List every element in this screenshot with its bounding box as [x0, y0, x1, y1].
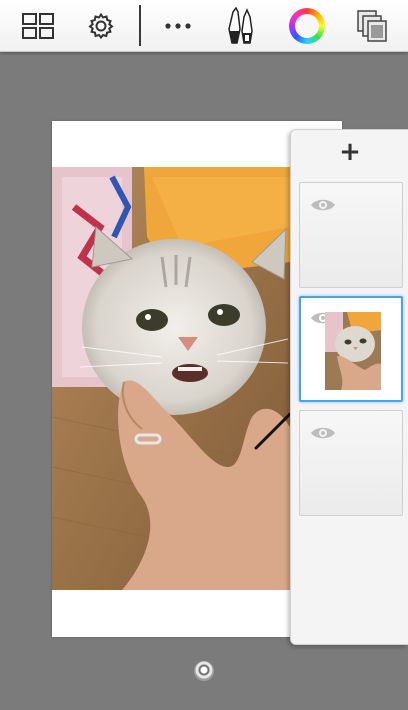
add-layer-button[interactable]: +: [291, 130, 408, 174]
layer-tile-3[interactable]: [299, 410, 403, 516]
layers-icon[interactable]: [352, 6, 392, 46]
settings-gear-icon[interactable]: [81, 6, 121, 46]
toolbar-divider: [139, 5, 141, 46]
layer-thumbnail: [325, 312, 381, 390]
more-options-icon[interactable]: [158, 6, 198, 46]
top-toolbar: [0, 0, 408, 52]
layers-panel: +: [290, 129, 408, 645]
radial-menu-button[interactable]: [194, 661, 214, 681]
layer-tile-2[interactable]: [299, 296, 403, 402]
brush-stroke: [254, 412, 292, 450]
eye-visibility-icon[interactable]: [310, 197, 336, 213]
layer-tile-1[interactable]: [299, 182, 403, 288]
brush-tools-icon[interactable]: [221, 6, 261, 46]
cat-photo-layer[interactable]: [52, 167, 290, 590]
add-layer-label: +: [339, 137, 361, 167]
color-wheel-icon[interactable]: [287, 6, 327, 46]
eye-visibility-icon[interactable]: [310, 425, 336, 441]
gallery-grid-icon[interactable]: [18, 6, 58, 46]
